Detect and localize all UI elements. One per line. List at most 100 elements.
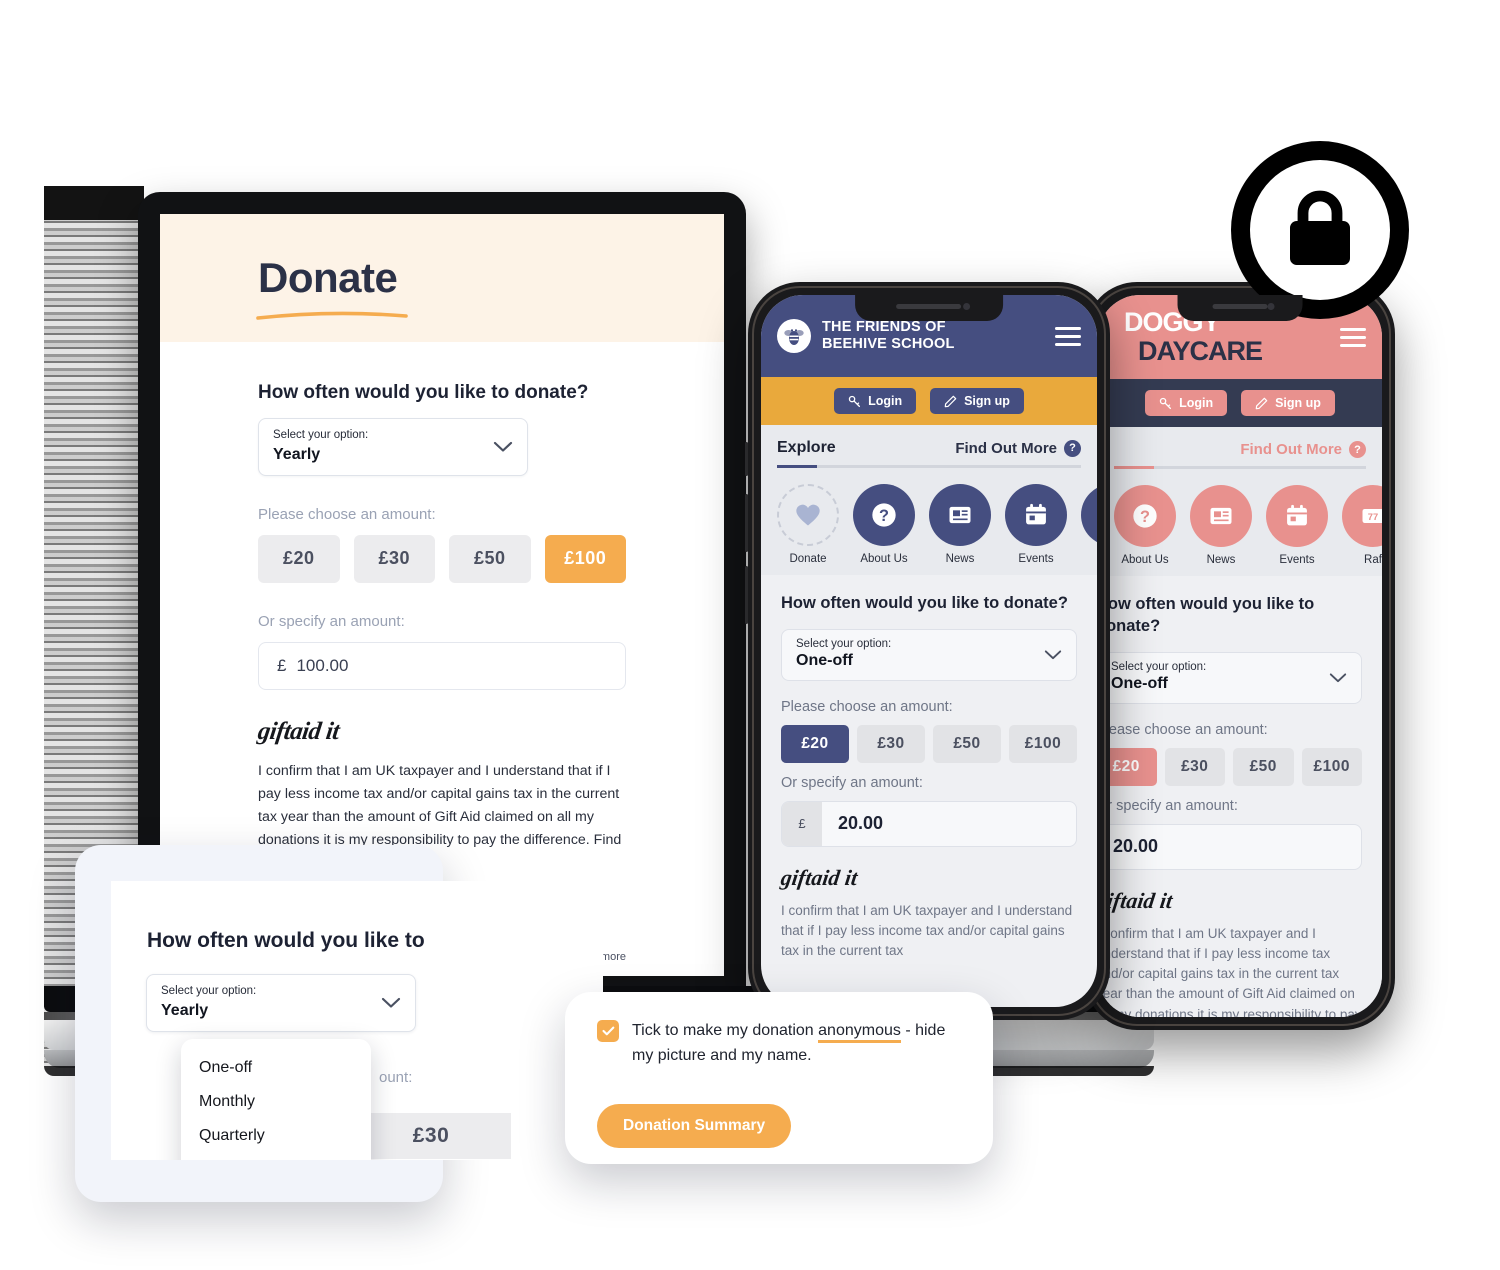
- dropdown-card-surface: ount: £30 How often would you like to Se…: [111, 881, 603, 1160]
- phone-screen: THE FRIENDS OF BEEHIVE SCHOOL Login Sign…: [761, 295, 1097, 1007]
- nav-item-news[interactable]: News: [1190, 485, 1252, 566]
- dropdown-option-monthly[interactable]: Monthly: [181, 1085, 371, 1119]
- anonymous-checkbox-row[interactable]: Tick to make my donation anonymous - hid…: [597, 1018, 959, 1069]
- donation-form: How often would you like to donate? Sele…: [761, 575, 1097, 962]
- nav-item-raffle[interactable]: 77 Raf: [1342, 485, 1382, 566]
- ghost-amount-label: ount:: [379, 1069, 413, 1086]
- donate-hero: Donate: [160, 214, 724, 342]
- amount-options: £20 £30 £50 £100: [781, 724, 1077, 763]
- nav-item-news[interactable]: News: [929, 484, 991, 565]
- find-out-more-label: Find Out More: [1240, 441, 1342, 458]
- amount-option-selected[interactable]: £20: [781, 724, 849, 763]
- nav-item-about-us[interactable]: ? About Us: [1114, 485, 1176, 566]
- amount-option[interactable]: £50: [933, 724, 1001, 763]
- frequency-select[interactable]: Select your option: One-off: [781, 628, 1077, 681]
- select-value: One-off: [796, 651, 853, 669]
- nav-label: Raf: [1081, 553, 1097, 565]
- nav-label: Events: [1279, 554, 1315, 566]
- amount-option-selected[interactable]: £100: [544, 534, 626, 583]
- frequency-select[interactable]: Select your option: Yearly: [146, 974, 416, 1032]
- dropdown-option-one-off[interactable]: One-off: [181, 1051, 371, 1085]
- login-button[interactable]: Login: [834, 388, 917, 414]
- custom-amount-input[interactable]: 20.00: [1098, 823, 1362, 870]
- amount-label: Please choose an amount:: [258, 505, 436, 523]
- anon-text-before: Tick to make my donation: [632, 1022, 819, 1039]
- nav-item-events[interactable]: Events: [1266, 485, 1328, 566]
- donation-form: How often would you like to donate? Sele…: [1098, 576, 1382, 1017]
- nav-item-raffle[interactable]: 77 Raf: [1081, 484, 1097, 565]
- login-label: Login: [1179, 396, 1214, 410]
- key-icon: [848, 395, 861, 407]
- giftaid-logo: giftaid it: [1098, 887, 1175, 913]
- signup-button[interactable]: Sign up: [1241, 390, 1335, 416]
- newspaper-icon: [1190, 485, 1252, 547]
- amount-option[interactable]: £100: [1009, 724, 1077, 763]
- chevron-down-icon: [1044, 650, 1062, 659]
- pencil-icon: [1255, 397, 1268, 409]
- title-underline-icon: [256, 311, 408, 320]
- amount-option[interactable]: £30: [353, 534, 435, 583]
- calendar-icon: [1266, 485, 1328, 547]
- option-label: One-off: [199, 1059, 253, 1076]
- raffle-ticket-icon: 77: [1081, 484, 1097, 546]
- frequency-question: How often would you like to: [147, 929, 425, 952]
- quick-nav: Donate ? About Us News Events: [777, 468, 1097, 575]
- specify-label: Or specify an amount:: [258, 612, 405, 630]
- question-icon: ?: [1114, 485, 1176, 547]
- frequency-select[interactable]: Select your option: One-off: [1098, 651, 1362, 704]
- donation-summary-button[interactable]: Donation Summary: [597, 1104, 792, 1148]
- amount-option[interactable]: £50: [1233, 747, 1294, 786]
- nav-label: About Us: [860, 553, 908, 565]
- chevron-down-icon: [1329, 672, 1347, 682]
- hamburger-menu-icon[interactable]: [1340, 323, 1366, 352]
- key-icon: [1159, 397, 1172, 409]
- chevron-down-icon: [493, 441, 513, 452]
- nav-label: News: [1206, 554, 1236, 566]
- anonymous-label: Tick to make my donation anonymous - hid…: [632, 1018, 959, 1069]
- hamburger-menu-icon[interactable]: [1055, 322, 1081, 351]
- signup-button[interactable]: Sign up: [930, 388, 1024, 414]
- anonymous-donation-card: Tick to make my donation anonymous - hid…: [565, 992, 993, 1164]
- checkbox-checked-icon[interactable]: [597, 1020, 619, 1042]
- phone-notch: [1177, 295, 1303, 321]
- nav-item-donate[interactable]: Donate: [777, 484, 839, 565]
- amount-option[interactable]: £20: [258, 534, 340, 583]
- page-title: Donate: [258, 254, 398, 301]
- quick-nav: ? About Us News Events 77 Raf: [1114, 469, 1382, 576]
- giftaid-declaration: I confirm that I am UK taxpayer and I un…: [1098, 925, 1362, 1017]
- currency-symbol: £: [782, 801, 822, 846]
- find-out-more-link[interactable]: Find Out More ?: [1240, 441, 1366, 458]
- frequency-dropdown-menu: One-off Monthly Quarterly ✓ Yearly: [181, 1039, 371, 1160]
- signup-label: Sign up: [964, 394, 1010, 408]
- login-button[interactable]: Login: [1145, 390, 1228, 416]
- raffle-ticket-icon: 77: [1342, 485, 1382, 547]
- amount-option[interactable]: £50: [449, 534, 531, 583]
- explore-section: Find Out More ? ? About Us News Events 7…: [1098, 427, 1382, 576]
- find-out-more-label: Find Out More: [955, 439, 1057, 457]
- nav-label: Raf: [1364, 554, 1382, 566]
- custom-amount-input[interactable]: £ 100.00: [258, 641, 626, 690]
- amount-option[interactable]: £30: [857, 724, 925, 763]
- amount-option[interactable]: £100: [1301, 747, 1362, 786]
- frequency-select[interactable]: Select your option: Yearly: [258, 418, 528, 476]
- dropdown-option-quarterly[interactable]: Quarterly: [181, 1119, 371, 1153]
- amount-label: Please choose an amount:: [781, 698, 953, 715]
- auth-bar: Login Sign up: [761, 377, 1097, 425]
- tab-indicator: [777, 465, 1081, 468]
- nav-label: News: [945, 553, 975, 565]
- frequency-question: How often would you like to donate?: [1098, 595, 1315, 635]
- custom-amount-input[interactable]: £ 20.00: [781, 800, 1077, 847]
- custom-amount-value: 20.00: [1113, 836, 1159, 857]
- nav-label: Donate: [789, 553, 827, 565]
- specify-label: Or specify an amount:: [781, 774, 923, 791]
- amount-option[interactable]: £30: [1164, 747, 1225, 786]
- help-icon: ?: [1064, 439, 1081, 457]
- currency-symbol: £: [277, 655, 287, 675]
- lock-icon: [1290, 190, 1350, 265]
- newspaper-icon: [929, 484, 991, 546]
- dropdown-option-yearly-selected[interactable]: ✓ Yearly: [181, 1153, 371, 1160]
- frequency-question: How often would you like to donate?: [781, 594, 1068, 612]
- nav-item-about-us[interactable]: ? About Us: [853, 484, 915, 565]
- find-out-more-link[interactable]: Find Out More ?: [955, 439, 1081, 457]
- nav-item-events[interactable]: Events: [1005, 484, 1067, 565]
